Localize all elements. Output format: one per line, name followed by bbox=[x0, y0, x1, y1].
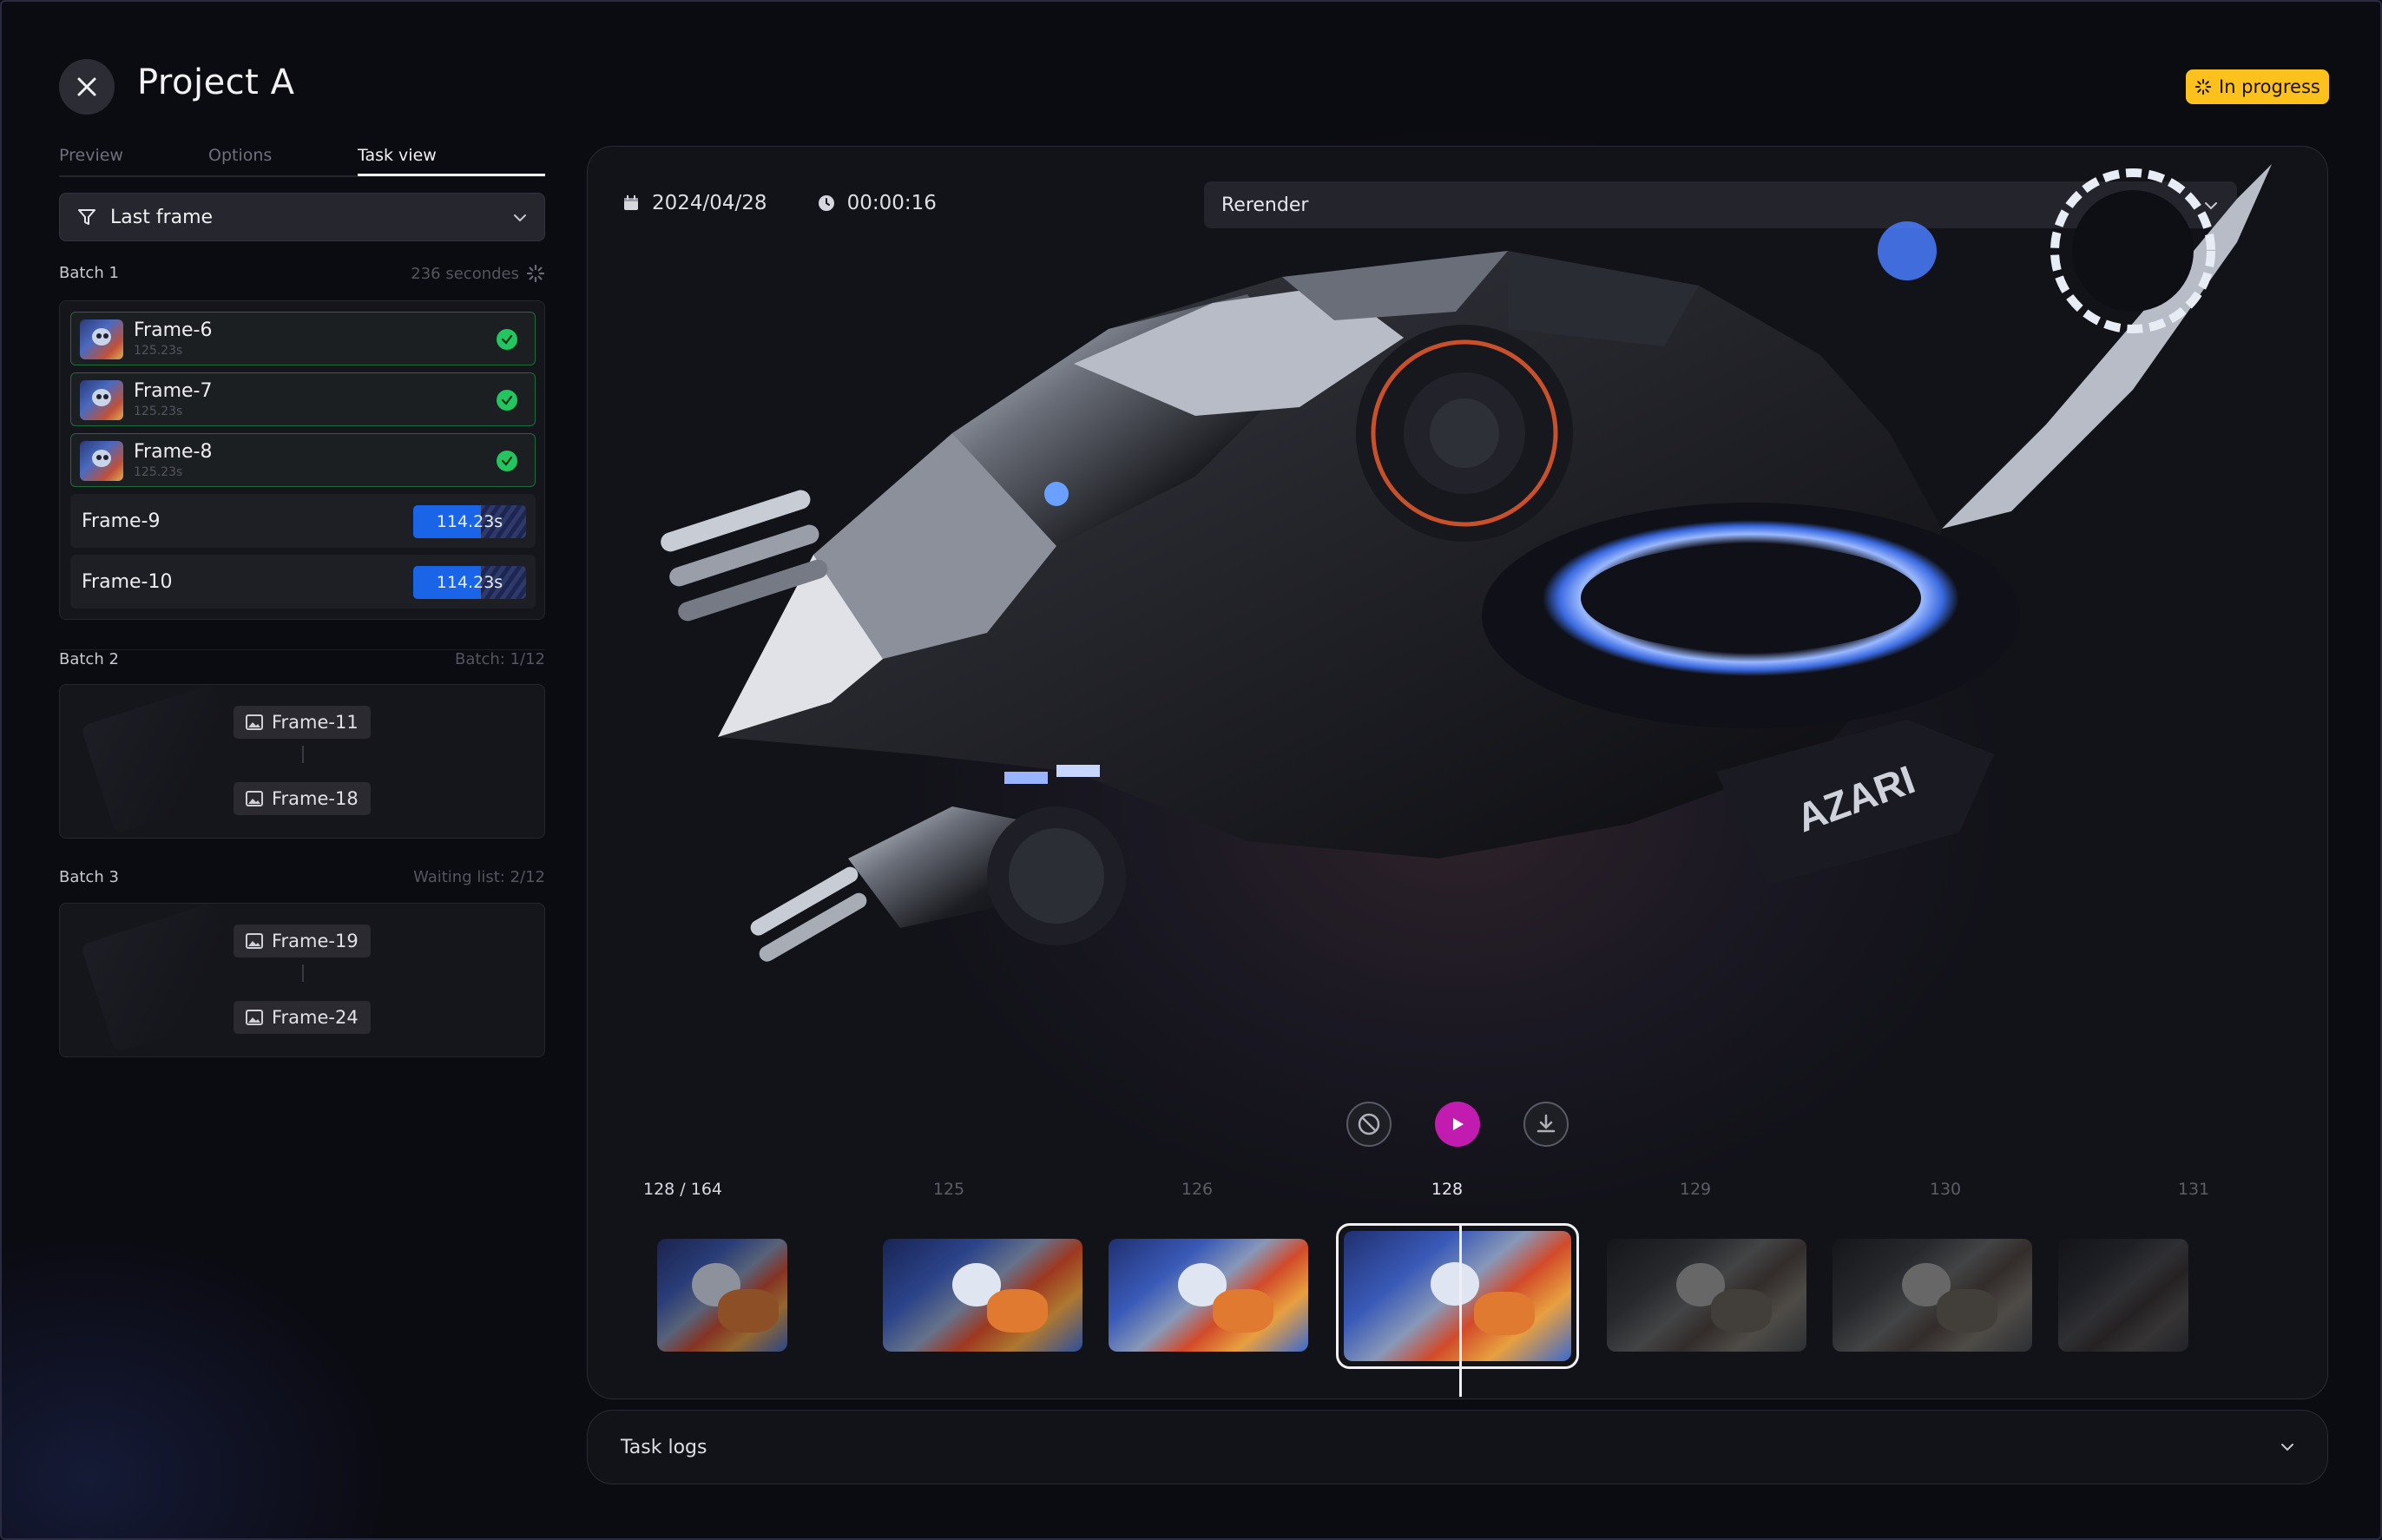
tab-preview[interactable]: Preview bbox=[59, 146, 123, 165]
frame-row[interactable]: Frame-10 114.23s bbox=[70, 555, 536, 609]
timeline-frame[interactable] bbox=[1607, 1239, 1806, 1352]
batch-1-panel: Frame-6 125.23s Frame-7 125.23s Frame-8 … bbox=[59, 300, 545, 620]
batch-duration: 236 secondes bbox=[411, 264, 519, 283]
timeline-tick: 131 bbox=[2177, 1180, 2210, 1199]
tab-task-view[interactable]: Task view bbox=[358, 146, 437, 165]
batch-info: 236 secondes bbox=[411, 264, 545, 283]
timeline-tick: 125 bbox=[932, 1180, 965, 1199]
frame-row[interactable]: Frame-8 125.23s bbox=[70, 433, 536, 487]
loading-icon bbox=[526, 264, 545, 283]
batch-2-panel[interactable]: Frame-11 Frame-18 bbox=[59, 684, 545, 839]
tab-bar: Preview Options Task view bbox=[59, 146, 545, 177]
task-logs-label: Task logs bbox=[621, 1437, 707, 1458]
batch-end-frame: Frame-18 bbox=[234, 782, 371, 815]
placeholder-graphic bbox=[80, 685, 248, 834]
image-icon bbox=[246, 791, 263, 806]
timeline-frame[interactable] bbox=[2058, 1239, 2188, 1352]
download-button[interactable] bbox=[1523, 1102, 1569, 1147]
batch-title: Batch 2 bbox=[59, 650, 119, 668]
timeline-frame[interactable] bbox=[1833, 1239, 2032, 1352]
image-icon bbox=[246, 933, 263, 949]
frame-name: Frame-24 bbox=[272, 1007, 359, 1028]
filter-icon bbox=[78, 209, 95, 225]
progress-label: 114.23s bbox=[436, 573, 503, 592]
loading-icon bbox=[2194, 78, 2212, 95]
frame-name: Frame-18 bbox=[272, 788, 359, 809]
frame-thumbnail bbox=[80, 380, 123, 420]
image-icon bbox=[246, 714, 263, 730]
timeline-frame-current[interactable] bbox=[1336, 1223, 1579, 1369]
progress-label: 114.23s bbox=[436, 512, 503, 531]
timeline-tick-current: 128 bbox=[1431, 1180, 1464, 1199]
frame-row[interactable]: Frame-7 125.23s bbox=[70, 372, 536, 426]
timeline-playhead[interactable] bbox=[1459, 1223, 1462, 1397]
placeholder-graphic bbox=[80, 904, 248, 1053]
frame-row[interactable]: Frame-6 125.23s bbox=[70, 312, 536, 365]
range-connector bbox=[302, 746, 304, 763]
check-icon bbox=[497, 390, 517, 411]
batch-start-frame: Frame-11 bbox=[234, 706, 371, 739]
batch-3-panel[interactable]: Frame-19 Frame-24 bbox=[59, 903, 545, 1057]
play-icon bbox=[1453, 1118, 1464, 1130]
status-badge: In progress bbox=[2186, 69, 2329, 104]
frame-name: Frame-10 bbox=[82, 571, 173, 593]
batch-start-frame: Frame-19 bbox=[234, 925, 371, 958]
batch-header: Batch 1 236 secondes bbox=[59, 264, 545, 283]
batch-info: Batch: 1/12 bbox=[455, 650, 545, 668]
download-icon bbox=[1536, 1114, 1556, 1133]
play-button[interactable] bbox=[1435, 1102, 1480, 1147]
render-progress-bar: 114.23s bbox=[413, 566, 526, 599]
frame-name: Frame-6 bbox=[134, 319, 213, 341]
timeline-frame[interactable] bbox=[1109, 1239, 1308, 1352]
ban-icon bbox=[1358, 1113, 1380, 1135]
frame-timeline bbox=[588, 1223, 2327, 1369]
batch-title: Batch 1 bbox=[59, 264, 119, 282]
frame-thumbnail bbox=[80, 319, 123, 359]
frame-name: Frame-11 bbox=[272, 712, 359, 733]
status-text: In progress bbox=[2219, 76, 2320, 97]
close-button[interactable] bbox=[59, 59, 115, 115]
image-icon bbox=[246, 1010, 263, 1025]
filter-label: Last frame bbox=[110, 206, 214, 228]
render-preview-image: AZARI bbox=[661, 164, 2272, 962]
frame-time: 125.23s bbox=[134, 465, 183, 479]
tab-options[interactable]: Options bbox=[208, 146, 272, 165]
task-logs-panel[interactable]: Task logs bbox=[587, 1410, 2328, 1484]
render-progress-bar: 114.23s bbox=[413, 505, 526, 538]
cancel-button[interactable] bbox=[1346, 1102, 1392, 1147]
batch-header: Batch 2 Batch: 1/12 bbox=[59, 649, 545, 668]
playback-controls bbox=[1346, 1102, 1569, 1147]
close-icon bbox=[77, 77, 96, 96]
frame-filter-select[interactable]: Last frame bbox=[59, 193, 545, 241]
timeline-tick: 126 bbox=[1181, 1180, 1214, 1199]
timeline-tick: 130 bbox=[1929, 1180, 1962, 1199]
check-icon bbox=[497, 451, 517, 471]
render-viewer: 2024/04/28 00:00:16 Rerender AZARI 128 /… bbox=[587, 146, 2328, 1399]
page-title: Project A bbox=[137, 63, 295, 102]
timeline-frame[interactable] bbox=[883, 1239, 1082, 1352]
frame-time: 125.23s bbox=[134, 405, 183, 418]
frame-name: Frame-19 bbox=[272, 931, 359, 951]
active-tab-indicator bbox=[358, 174, 545, 176]
frame-thumbnail bbox=[80, 441, 123, 481]
check-icon bbox=[497, 329, 517, 350]
batch-info: Waiting list: 2/12 bbox=[413, 868, 545, 886]
chevron-down-icon bbox=[514, 214, 526, 222]
frame-name: Frame-9 bbox=[82, 510, 161, 532]
frame-time: 125.23s bbox=[134, 344, 183, 358]
timeline-tick: 129 bbox=[1679, 1180, 1712, 1199]
batch-end-frame: Frame-24 bbox=[234, 1001, 371, 1034]
frame-name: Frame-8 bbox=[134, 441, 213, 463]
batch-header: Batch 3 Waiting list: 2/12 bbox=[59, 868, 545, 886]
frame-row[interactable]: Frame-9 114.23s bbox=[70, 494, 536, 548]
chevron-down-icon bbox=[2281, 1444, 2293, 1451]
app-window: Project A Preview Options Task view Last… bbox=[0, 0, 2382, 1540]
range-connector bbox=[302, 964, 304, 982]
timeline-frame[interactable] bbox=[657, 1239, 787, 1352]
frame-name: Frame-7 bbox=[134, 380, 213, 402]
batch-title: Batch 3 bbox=[59, 868, 119, 886]
frame-counter: 128 / 164 bbox=[643, 1180, 723, 1199]
